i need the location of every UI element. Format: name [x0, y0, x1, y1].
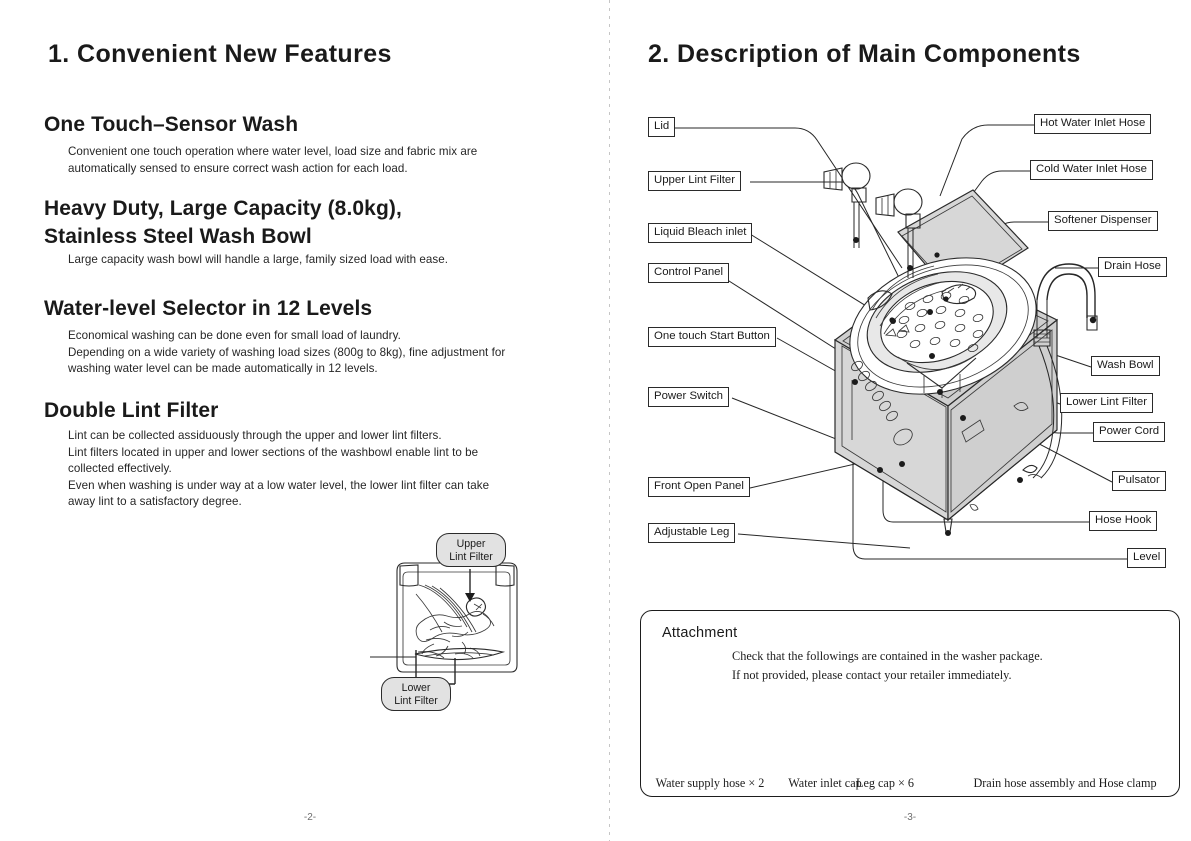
left-page: 1. Convenient New Features One Touch–Sen… — [0, 0, 610, 841]
callout-cold-water-inlet-hose: Cold Water Inlet Hose — [1030, 160, 1153, 181]
callout-softener-dispenser: Softener Dispenser — [1048, 211, 1158, 232]
callout-hose-hook: Hose Hook — [1089, 511, 1158, 532]
right-page: 2. Description of Main Components Lid Up… — [610, 0, 1191, 841]
bubble-lower-line1: Lower — [401, 682, 431, 694]
callout-drain-hose: Drain Hose — [1098, 257, 1167, 278]
callout-upper-lint-filter: Upper Lint Filter — [648, 171, 742, 192]
callout-one-touch-start-button: One touch Start Button — [648, 327, 776, 348]
callout-power-cord: Power Cord — [1093, 422, 1166, 443]
bubble-upper-line1: Upper — [456, 538, 486, 550]
page-number-left: -2- — [303, 812, 317, 823]
callout-lower-lint-filter: Lower Lint Filter — [1060, 393, 1154, 414]
callout-adjustable-leg: Adjustable Leg — [648, 523, 736, 544]
bubble-lower-line2: Lint Filter — [394, 694, 438, 707]
callout-lid: Lid — [648, 117, 676, 138]
callout-liquid-bleach-inlet: Liquid Bleach inlet — [648, 223, 753, 244]
callout-pulsator: Pulsator — [1112, 471, 1166, 492]
callout-power-switch: Power Switch — [648, 387, 730, 408]
attachment-intro-line1: Check that the followings are contained … — [732, 649, 1043, 663]
page-number-right: -3- — [903, 812, 917, 823]
callout-wash-bowl: Wash Bowl — [1091, 356, 1160, 377]
attachment-title: Attachment — [662, 625, 738, 641]
attachment-caption-drain-hose-assembly: Drain hose assembly and Hose clamp — [973, 776, 1157, 790]
bubble-lower-lint-filter: Lower Lint Filter — [381, 677, 451, 711]
callout-front-open-panel: Front Open Panel — [648, 477, 750, 498]
attachment-caption-leg-cap: Leg cap × 6 — [856, 776, 914, 790]
attachment-intro: Check that the followings are contained … — [732, 647, 1152, 685]
lint-filter-illustration — [370, 562, 518, 685]
callout-level: Level — [1127, 548, 1167, 569]
callout-control-panel: Control Panel — [648, 263, 730, 284]
bubble-upper-line2: Lint Filter — [449, 550, 493, 563]
callout-hot-water-inlet-hose: Hot Water Inlet Hose — [1034, 114, 1152, 135]
bubble-upper-lint-filter: Upper Lint Filter — [436, 533, 506, 567]
attachment-intro-line2: If not provided, please contact your ret… — [732, 668, 1012, 682]
